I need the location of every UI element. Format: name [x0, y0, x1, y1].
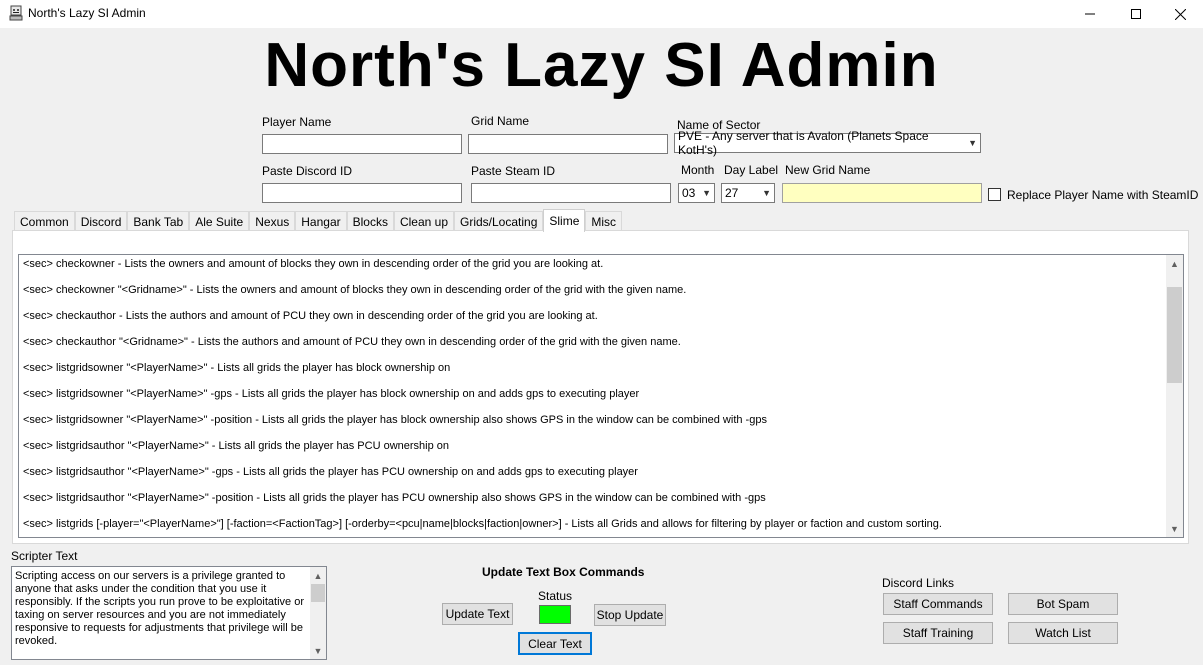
staff-training-button[interactable]: Staff Training [883, 622, 993, 644]
scripter-scrollbar[interactable]: ▲ ▼ [310, 567, 326, 659]
scripter-text-content: Scripting access on our servers is a pri… [15, 570, 304, 647]
tab-hangar[interactable]: Hangar [295, 211, 347, 231]
tab-grids-locating[interactable]: Grids/Locating [454, 211, 544, 231]
tab-discord[interactable]: Discord [74, 211, 128, 231]
replace-player-name-checkbox[interactable] [988, 188, 1001, 201]
scripter-textarea[interactable]: Scripting access on our servers is a pri… [11, 566, 327, 660]
window-title: North's Lazy SI Admin [28, 6, 146, 20]
list-item: <sec> listgridsowner "<PlayerName>" - Li… [23, 362, 451, 374]
update-commands-title: Update Text Box Commands [482, 565, 645, 579]
chevron-down-icon: ▼ [702, 188, 711, 198]
month-label: Month [681, 163, 715, 177]
scroll-up-icon[interactable]: ▲ [310, 567, 326, 584]
new-grid-name-input[interactable] [782, 183, 982, 203]
scroll-down-icon[interactable]: ▼ [1166, 520, 1183, 537]
scroll-up-icon[interactable]: ▲ [1166, 255, 1183, 272]
tab-misc[interactable]: Misc [585, 211, 623, 231]
list-item: <sec> checkowner - Lists the owners and … [23, 258, 604, 270]
update-text-button[interactable]: Update Text [442, 603, 513, 625]
new-grid-name-label: New Grid Name [785, 163, 871, 177]
status-indicator [539, 605, 571, 624]
list-item: <sec> checkauthor - Lists the authors an… [23, 310, 598, 322]
list-item: <sec> listgridsauthor "<PlayerName>" -gp… [23, 466, 638, 478]
clear-text-button[interactable]: Clear Text [518, 632, 592, 655]
day-label: Day Label [724, 163, 779, 177]
title-bar: North's Lazy SI Admin [0, 0, 1203, 28]
steam-id-input[interactable] [471, 183, 671, 203]
month-select[interactable]: 03 ▼ [678, 183, 715, 203]
scrollbar-thumb[interactable] [311, 584, 325, 602]
grid-name-label: Grid Name [471, 114, 530, 128]
tab-slime[interactable]: Slime [543, 209, 586, 232]
tab-bank-tab[interactable]: Bank Tab [127, 211, 190, 231]
tab-clean-up[interactable]: Clean up [393, 211, 454, 231]
list-item: <sec> checkauthor "<Gridname>" - Lists t… [23, 336, 681, 348]
chevron-down-icon: ▼ [968, 138, 977, 148]
status-label: Status [538, 589, 573, 603]
scrollbar-thumb[interactable] [1167, 287, 1182, 383]
tab-common[interactable]: Common [14, 211, 75, 231]
sector-select-value: PVE - Any server that is Avalon (Planets… [678, 129, 929, 157]
day-select[interactable]: 27 ▼ [721, 183, 775, 203]
steam-id-label: Paste Steam ID [471, 164, 556, 178]
grid-name-input[interactable] [468, 134, 668, 154]
tab-strip: Common Discord Bank Tab Ale Suite Nexus Hanga… [14, 209, 623, 232]
list-item: <sec> listgridsauthor "<PlayerName>" - L… [23, 440, 450, 452]
discord-links-label: Discord Links [882, 576, 955, 590]
tab-nexus[interactable]: Nexus [249, 211, 296, 231]
replace-player-name-label: Replace Player Name with SteamID [1007, 188, 1199, 202]
scripter-text-label: Scripter Text [11, 549, 78, 563]
scroll-down-icon[interactable]: ▼ [310, 642, 326, 659]
list-item: <sec> listgridsowner "<PlayerName>" -pos… [23, 414, 767, 426]
discord-id-input[interactable] [262, 183, 462, 203]
list-item: <sec> listgridsowner "<PlayerName>" -gps… [23, 388, 640, 400]
maximize-button[interactable] [1113, 0, 1159, 28]
command-list[interactable]: <sec> checkowner - Lists the owners and … [18, 254, 1184, 538]
day-select-value: 27 [725, 186, 739, 200]
minimize-button[interactable] [1067, 0, 1113, 28]
chevron-down-icon: ▼ [762, 188, 771, 198]
app-icon [9, 5, 23, 21]
list-item: <sec> listgrids [-player="<PlayerName>"]… [23, 518, 942, 530]
staff-commands-button[interactable]: Staff Commands [883, 593, 993, 615]
sector-select[interactable]: PVE - Any server that is Avalon (Planets… [674, 129, 981, 157]
month-select-value: 03 [682, 186, 696, 200]
list-item: <sec> listgridsauthor "<PlayerName>" -po… [23, 492, 766, 504]
discord-id-label: Paste Discord ID [262, 164, 353, 178]
tab-ale-suite[interactable]: Ale Suite [189, 211, 250, 231]
bot-spam-button[interactable]: Bot Spam [1008, 593, 1118, 615]
command-list-scrollbar[interactable]: ▲ ▼ [1166, 255, 1183, 537]
page-title: North's Lazy SI Admin [264, 31, 939, 100]
close-button[interactable] [1157, 0, 1203, 28]
stop-update-button[interactable]: Stop Update [594, 604, 666, 626]
list-item: <sec> checkowner "<Gridname>" - Lists th… [23, 284, 687, 296]
tab-blocks[interactable]: Blocks [346, 211, 394, 231]
player-name-input[interactable] [262, 134, 462, 154]
player-name-label: Player Name [262, 115, 332, 129]
watch-list-button[interactable]: Watch List [1008, 622, 1118, 644]
